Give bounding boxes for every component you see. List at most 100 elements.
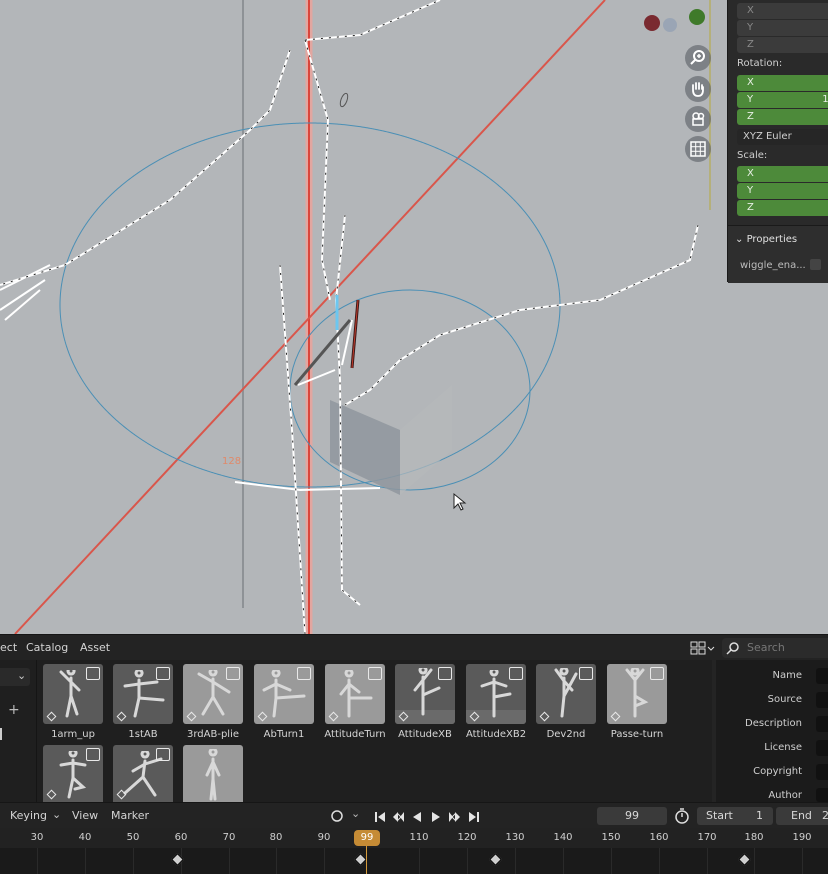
meta-copyright-label: Copyright	[753, 766, 802, 777]
menu-keying[interactable]: Keying	[10, 809, 47, 822]
prev-keyframe-icon[interactable]	[392, 811, 404, 823]
edit-asset-icon[interactable]	[438, 667, 452, 680]
gizmo-y-axis-dot[interactable]	[689, 9, 705, 25]
jump-end-icon[interactable]	[468, 811, 480, 823]
location-z-field[interactable]: Z	[737, 37, 828, 53]
menu-asset[interactable]: Asset	[80, 641, 110, 654]
menu-view[interactable]: View	[72, 809, 98, 822]
edit-asset-icon[interactable]	[297, 667, 311, 680]
current-frame-field[interactable]: 99	[597, 807, 667, 825]
start-frame-field[interactable]: Start 1	[697, 807, 773, 825]
rotation-z-field[interactable]: Z	[737, 109, 828, 125]
hand-icon	[692, 82, 704, 97]
frame-gridline	[419, 848, 420, 874]
edit-asset-icon[interactable]	[650, 667, 664, 680]
zoom-button[interactable]	[685, 45, 711, 71]
autokey-toggle[interactable]	[328, 808, 346, 824]
edit-asset-icon[interactable]	[579, 667, 593, 680]
meta-name-field[interactable]	[816, 668, 828, 684]
wiggle-enable-label: wiggle_ena...	[740, 260, 806, 271]
meta-copyright-field[interactable]	[816, 764, 828, 780]
meta-license-field[interactable]	[816, 740, 828, 756]
scale-z-field[interactable]: Z	[737, 200, 828, 216]
gizmo-z-axis-dot[interactable]	[663, 18, 677, 32]
playhead-frame-badge[interactable]: 99	[354, 830, 380, 846]
properties-section: ⌄ Properties wiggle_ena...	[728, 225, 828, 283]
keyframe-marker[interactable]	[738, 853, 751, 866]
frame-gridline	[515, 848, 516, 874]
stopwatch-icon[interactable]	[674, 808, 690, 824]
frame-tick: 70	[222, 832, 236, 843]
pan-button[interactable]	[685, 76, 711, 102]
meta-author-field[interactable]	[816, 788, 828, 802]
chevron-down-icon: ⌄	[17, 669, 27, 682]
rotation-mode-dropdown[interactable]: XYZ Euler	[737, 129, 828, 145]
camera-view-button[interactable]	[685, 106, 711, 132]
asset-thumbnail-row2-1[interactable]	[43, 745, 103, 802]
play-reverse-icon[interactable]	[411, 811, 423, 823]
meta-description-label: Description	[745, 718, 802, 729]
meta-name-label: Name	[772, 670, 802, 681]
asset-thumbnail-row2-2[interactable]	[113, 745, 173, 802]
edit-asset-icon[interactable]	[509, 667, 523, 680]
start-value: 1	[756, 809, 763, 822]
keyframe-marker[interactable]	[354, 853, 367, 866]
pose-figure-icon	[59, 670, 81, 718]
edit-asset-icon[interactable]	[86, 667, 100, 680]
end-frame-field[interactable]: End 2	[776, 807, 828, 825]
zoom-icon	[690, 50, 705, 65]
scale-y-field[interactable]: Y	[737, 183, 828, 199]
gizmo-x-axis-dot[interactable]	[644, 15, 660, 31]
properties-header[interactable]: ⌄ Properties	[735, 234, 797, 245]
menu-catalog[interactable]: Catalog	[26, 641, 68, 654]
display-mode-button[interactable]	[690, 640, 716, 656]
menu-marker[interactable]: Marker	[111, 809, 149, 822]
frame-tick: 50	[126, 832, 140, 843]
chevron-down-icon: ⌄	[735, 234, 744, 245]
play-icon[interactable]	[430, 811, 442, 823]
add-catalog-icon[interactable]: +	[8, 702, 20, 718]
asset-thumbnail-passe-turn[interactable]	[607, 664, 667, 724]
frame-tick: 190	[792, 832, 812, 843]
frame-gridline	[802, 848, 803, 874]
rotation-y-field[interactable]: Y 12	[737, 92, 828, 108]
edit-asset-icon[interactable]	[86, 748, 100, 761]
pose-figure-icon	[205, 749, 221, 801]
asset-thumbnail-dev2nd[interactable]	[536, 664, 596, 724]
asset-label: AttitudeTurn	[324, 729, 386, 740]
scale-x-field[interactable]: X	[737, 166, 828, 182]
location-x-field[interactable]: X	[737, 3, 828, 19]
menu-select[interactable]: ect	[0, 641, 17, 654]
asset-label: 1arm_up	[51, 729, 95, 740]
ortho-toggle-button[interactable]	[685, 136, 711, 162]
3d-viewport[interactable]: 128 X Y Z Rotation: X Y 12 Z XYZ Euler S…	[0, 0, 828, 634]
asset-thumbnail-abturn1[interactable]	[254, 664, 314, 724]
asset-thumbnail-1arm-up[interactable]	[43, 664, 103, 724]
grid-icon	[690, 141, 706, 157]
search-input[interactable]: Search	[722, 638, 828, 658]
edit-asset-icon[interactable]	[156, 748, 170, 761]
asset-thumbnail-row2-3[interactable]	[183, 745, 243, 802]
jump-start-icon[interactable]	[374, 811, 386, 823]
meta-description-field[interactable]	[816, 716, 828, 732]
timeline-track[interactable]: 30 40 50 60 70 80 90 110 120 130 140 150…	[0, 828, 828, 874]
edit-asset-icon[interactable]	[368, 667, 382, 680]
edit-asset-icon[interactable]	[156, 667, 170, 680]
asset-thumbnail-attitudeturn[interactable]	[325, 664, 385, 724]
location-y-field[interactable]: Y	[737, 20, 828, 36]
asset-thumbnail-3rdab-plie[interactable]	[183, 664, 243, 724]
frame-tick: 160	[649, 832, 669, 843]
asset-thumbnail-attitudexb[interactable]	[395, 664, 455, 724]
rotation-y-axis: Y	[747, 94, 754, 105]
asset-thumbnail-attitudexb2[interactable]	[466, 664, 526, 724]
chevron-down-icon[interactable]: ⌄	[351, 807, 360, 820]
rotation-x-field[interactable]: X	[737, 75, 828, 91]
meta-source-field[interactable]	[816, 692, 828, 708]
keyframe-marker[interactable]	[489, 853, 502, 866]
frame-tick: 120	[457, 832, 477, 843]
wiggle-enable-checkbox[interactable]	[810, 259, 821, 270]
edit-asset-icon[interactable]	[226, 667, 240, 680]
next-keyframe-icon[interactable]	[449, 811, 461, 823]
library-dropdown[interactable]: ⌄	[0, 668, 30, 686]
asset-thumbnail-1stab[interactable]	[113, 664, 173, 724]
